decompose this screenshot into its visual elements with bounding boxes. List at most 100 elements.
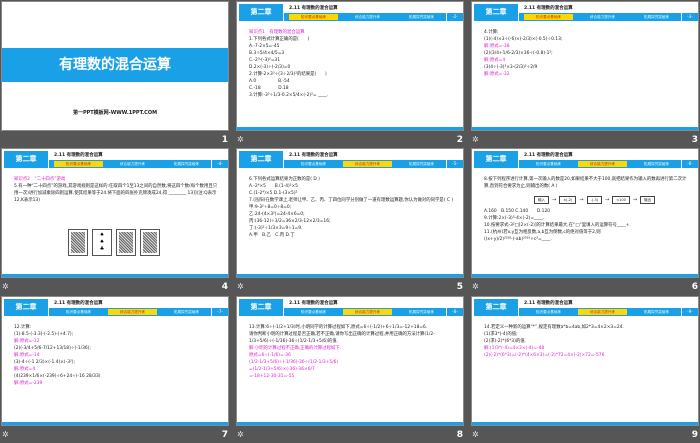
slide-thumbnail-cell: 第二章 2.11 有理数的混合运算 知识要点基础练 综合能力提升练 拓展探究突破练 -3-… xyxy=(471,1,700,148)
tab-3[interactable]: 拓展探究突破练 xyxy=(162,161,211,167)
tab-2[interactable]: 综合能力提升练 xyxy=(343,161,392,167)
tab-2[interactable]: 综合能力提升练 xyxy=(343,14,392,20)
slide-thumbnail-cell: 第二章 2.11 有理数的混合运算 知识要点基础练 综合能力提升练 拓展探究突破练 -8-… xyxy=(236,296,467,443)
answer-line: 知识点1 有理数的混合运算 xyxy=(249,30,305,35)
question-line: C.-2³-(-3)²=31 xyxy=(249,58,281,63)
slide-thumbnail[interactable]: 第二章 2.11 有理数的混合运算 知识要点基础练 综合能力提升练 拓展探究突破练 -6-… xyxy=(471,148,699,278)
page-number: -3- xyxy=(681,13,698,21)
tab-2[interactable]: 综合能力提升练 xyxy=(578,14,627,20)
arrow-icon: → xyxy=(632,196,638,203)
slide-thumbnail[interactable]: 有理数的混合运算第一PPT模板网-WWW.1PPT.COM xyxy=(1,1,229,131)
question-line: 11.(杭州)若x,y互为相反数,a,b互为倒数,c的绝对值等于2,则 xyxy=(484,230,601,235)
animation-icon[interactable]: ✲ xyxy=(2,282,9,291)
question-line: 乙:24-(4×3²)=24-4×6=0; xyxy=(249,212,305,217)
tab-2[interactable]: 综合能力提升练 xyxy=(108,309,157,315)
tab-3[interactable]: 拓展探究突破练 xyxy=(162,309,211,315)
question-line: 13.计算:6÷(-1/2+1/3)时,小明同学的计算过程如下,原式=6÷(-1… xyxy=(249,325,428,330)
animation-icon[interactable]: ✲ xyxy=(237,135,244,144)
tab-2[interactable]: 综合能力提升练 xyxy=(108,161,157,167)
question-line: (1)求3*(-4)的值; xyxy=(484,332,518,337)
answer-line: (2)(-2)*(6*3)=(-2)*(4×6×3)=(-2)*72=4×(-2… xyxy=(484,353,605,358)
slide-thumbnail[interactable]: 第二章 2.11 有理数的混合运算 知识要点基础练 综合能力提升练 拓展探究突破练 -9-… xyxy=(471,296,699,426)
slide-thumbnail[interactable]: 第二章 2.11 有理数的混合运算 知识要点基础练 综合能力提升练 拓展探究突破练 -7-… xyxy=(1,296,229,426)
slide-content: 4.计算: (1)(-4)×3÷(-6)×(-2/3)×(-0.5)÷0.13; 解… xyxy=(484,29,690,78)
tab-2[interactable]: 综合能力提升练 xyxy=(578,161,627,167)
question-line: 6.下列各式运算结果为正数的是( D ) xyxy=(249,177,320,182)
slide-thumbnail[interactable]: 第二章 2.11 有理数的混合运算 知识要点基础练 综合能力提升练 拓展探究突破练 -4-… xyxy=(1,148,229,278)
slide-content: 13.计算:6÷(-1/2+1/3)时,小明同学的计算过程如下,原式=6÷(-1… xyxy=(249,324,455,380)
question-line: ((x+y)/2)²⁰¹⁸-(-ab)²⁰¹⁹+c²=____. xyxy=(484,237,552,242)
answer-line: 解:(1)3*(-4)=4×3×(-4)=-48 xyxy=(484,346,545,351)
slide-thumbnail[interactable]: 第二章 2.11 有理数的混合运算 知识要点基础练 综合能力提升练 拓展探究突破练 -5-… xyxy=(236,148,464,278)
tab-1[interactable]: 知识要点基础练 xyxy=(289,161,338,167)
chapter-label: 第二章 xyxy=(474,4,518,21)
slide-number: 9 xyxy=(691,430,698,440)
question-line: (2)(-3/4+5/6-7/12+13/18)÷(-1/36); xyxy=(14,346,91,351)
card-q-icon xyxy=(116,229,136,256)
slide-thumbnail[interactable]: 第二章 2.11 有理数的混合运算 知识要点基础练 综合能力提升练 拓展探究突破练 -3-… xyxy=(471,1,699,131)
flowchart: 输入 → ×(-2) → -(-3) → <100 → 输出 xyxy=(534,196,690,204)
section-tabs: 知识要点基础练 综合能力提升练 拓展探究突破练 -9- xyxy=(519,308,698,316)
page-number: -9- xyxy=(681,308,698,316)
answer-line: 解:原式=-14 xyxy=(14,353,40,358)
animation-icon[interactable]: ✲ xyxy=(472,282,479,291)
tab-1[interactable]: 知识要点基础练 xyxy=(524,309,573,315)
question-line: 2.计算-2×3³÷(3÷2/3)²的结果是( ) xyxy=(249,72,327,77)
question-line: B.3÷5/4×4/5=3 xyxy=(249,51,285,56)
question-line: A.-7-2×5=-45 xyxy=(249,44,280,49)
question-line: (3)4÷(-3)²×3-(2/3)²÷2/9 xyxy=(484,65,538,70)
tab-3[interactable]: 拓展探究突破练 xyxy=(397,161,446,167)
slide-content: 6.下列各式运算结果为正数的是( D ) A.-2⁴×5 B.(1-4)²×5 C.… xyxy=(249,176,455,239)
tab-1[interactable]: 知识要点基础练 xyxy=(289,309,338,315)
card-k-spades-icon xyxy=(140,229,160,256)
slide-content: 知识点2 “二十四点”游戏 5.有一种“二十四点”的游戏,其游戏规则是这样的:任取… xyxy=(14,176,220,204)
page-number: -4- xyxy=(211,160,228,168)
page-number: -2- xyxy=(446,13,463,21)
answer-line: 原式=6÷(-1/6)=-36 xyxy=(249,353,291,358)
question-line: (1)(-4)×3÷(-6)×(-2/3)×(-0.5)÷0.13; xyxy=(484,37,563,42)
footer-bar xyxy=(472,274,698,277)
question-line: D.2×(-3)÷(-2/3)=0 xyxy=(249,65,291,70)
slide-thumbnail-cell: 有理数的混合运算 第一PPT模板网-WWW.1PPT.COM 1 xyxy=(1,1,232,148)
tab-3[interactable]: 拓展探究突破练 xyxy=(632,14,681,20)
page-number: -8- xyxy=(446,308,463,316)
tab-1[interactable]: 知识要点基础练 xyxy=(289,14,338,20)
slide-thumbnail[interactable]: 第二章 2.11 有理数的混合运算 知识要点基础练 综合能力提升练 拓展探究突破练 -8-… xyxy=(236,296,464,426)
question-line: 10.按要求式-3²□[2×(-2)]的计算结果最大,在“□”里填入的运算符号_… xyxy=(484,223,631,228)
tab-1[interactable]: 知识要点基础练 xyxy=(54,309,103,315)
section-title: 2.11 有理数的混合运算 xyxy=(289,6,338,11)
question-line: 请你判断小明的计算过程是否正确,若不正确,请你写出正确的计算过程,并用正确的方法… xyxy=(249,332,435,344)
slide-number: 7 xyxy=(221,430,228,440)
animation-icon[interactable]: ✲ xyxy=(472,135,479,144)
question-line: 丙:(36-12)÷3/2=36×2/3-12×2/3=16; xyxy=(249,219,331,224)
tab-3[interactable]: 拓展探究突破练 xyxy=(632,161,681,167)
section-tabs: 知识要点基础练 综合能力提升练 拓展探究突破练 -2- xyxy=(284,13,463,21)
site-credit: 第一PPT模板网-WWW.1PPT.COM xyxy=(72,110,158,116)
tab-1[interactable]: 知识要点基础练 xyxy=(54,161,103,167)
slide-number: 3 xyxy=(691,135,698,145)
tab-2[interactable]: 综合能力提升练 xyxy=(343,309,392,315)
page-number: -5- xyxy=(446,160,463,168)
question-line: 4.计算: xyxy=(484,30,499,35)
arrow-icon: → xyxy=(552,196,557,203)
answer-line: =(1/2-1/3+5/6)×(-36)-36×6/7 xyxy=(249,367,315,372)
footer-bar xyxy=(237,127,463,130)
tab-2[interactable]: 综合能力提升练 xyxy=(578,309,627,315)
slide-thumbnail-cell: 第二章 2.11 有理数的混合运算 知识要点基础练 综合能力提升练 拓展探究突破练 -7-… xyxy=(1,296,232,443)
slide-thumbnail-cell: 第二章 2.11 有理数的混合运算 知识要点基础练 综合能力提升练 拓展探究突破练 -5-… xyxy=(236,148,467,295)
chapter-label: 第二章 xyxy=(239,151,283,168)
section-title: 2.11 有理数的混合运算 xyxy=(524,153,573,158)
tab-1[interactable]: 知识要点基础练 xyxy=(524,161,573,167)
question-line: 甲:9-3²÷8=0÷8=0; xyxy=(249,205,292,210)
animation-icon[interactable]: ✲ xyxy=(237,282,244,291)
slide-thumbnail[interactable]: 第二章 2.11 有理数的混合运算 知识要点基础练 综合能力提升练 拓展探究突破练 -2-… xyxy=(236,1,464,131)
section-title: 2.11 有理数的混合运算 xyxy=(54,301,103,306)
slide-number: 2 xyxy=(456,135,463,145)
tab-3[interactable]: 拓展探究突破练 xyxy=(397,309,446,315)
slide-title: 有理数的混合运算 xyxy=(2,48,228,82)
tab-3[interactable]: 拓展探究突破练 xyxy=(397,14,446,20)
tab-3[interactable]: 拓展探究突破练 xyxy=(632,309,681,315)
question-line: C.-18 D.18 xyxy=(249,86,289,91)
section-tabs: 知识要点基础练 综合能力提升练 拓展探究突破练 -4- xyxy=(49,160,228,168)
tab-1[interactable]: 知识要点基础练 xyxy=(524,14,573,20)
